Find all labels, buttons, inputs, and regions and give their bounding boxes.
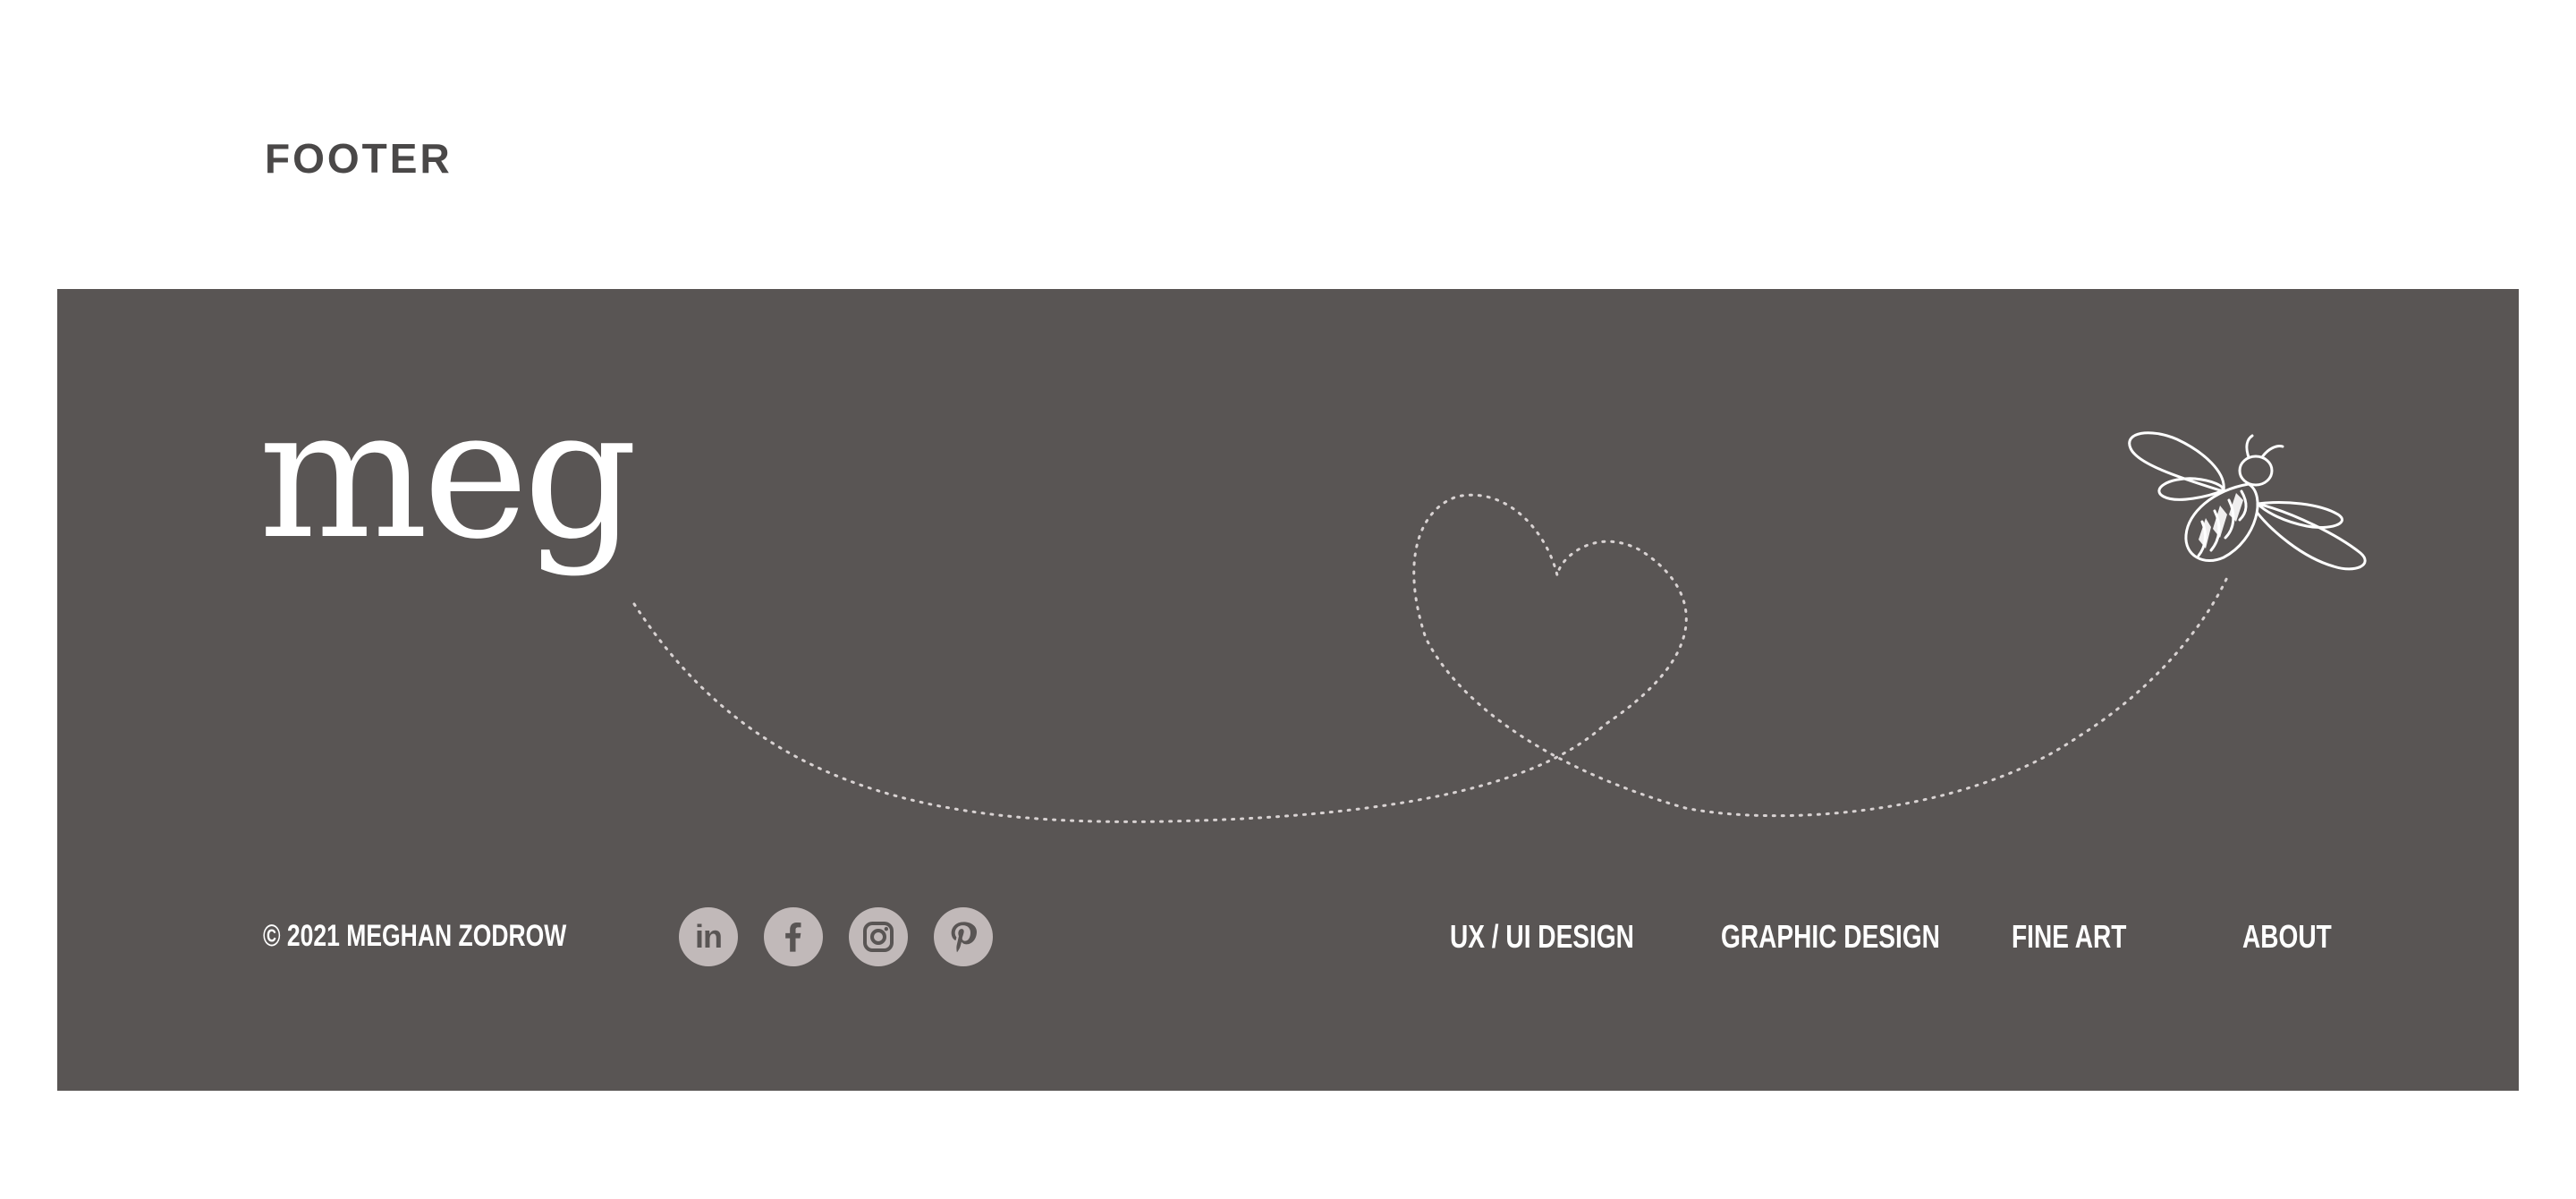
nav-fine-art[interactable]: FINE ART	[2012, 921, 2126, 953]
nav-about[interactable]: ABOUT	[2242, 921, 2332, 953]
site-footer: meg © 2021 MEGHAN ZODROW in UX / UI DESI…	[57, 289, 2519, 1091]
bee-icon	[2128, 431, 2367, 571]
nav-graphic-design[interactable]: GRAPHIC DESIGN	[1721, 921, 1940, 953]
meg-logo[interactable]: meg	[258, 386, 638, 565]
nav-ux-ui-design[interactable]: UX / UI DESIGN	[1450, 921, 1634, 953]
section-label: FOOTER	[265, 135, 453, 182]
footer-nav: UX / UI DESIGN GRAPHIC DESIGN FINE ART A…	[57, 921, 2519, 957]
